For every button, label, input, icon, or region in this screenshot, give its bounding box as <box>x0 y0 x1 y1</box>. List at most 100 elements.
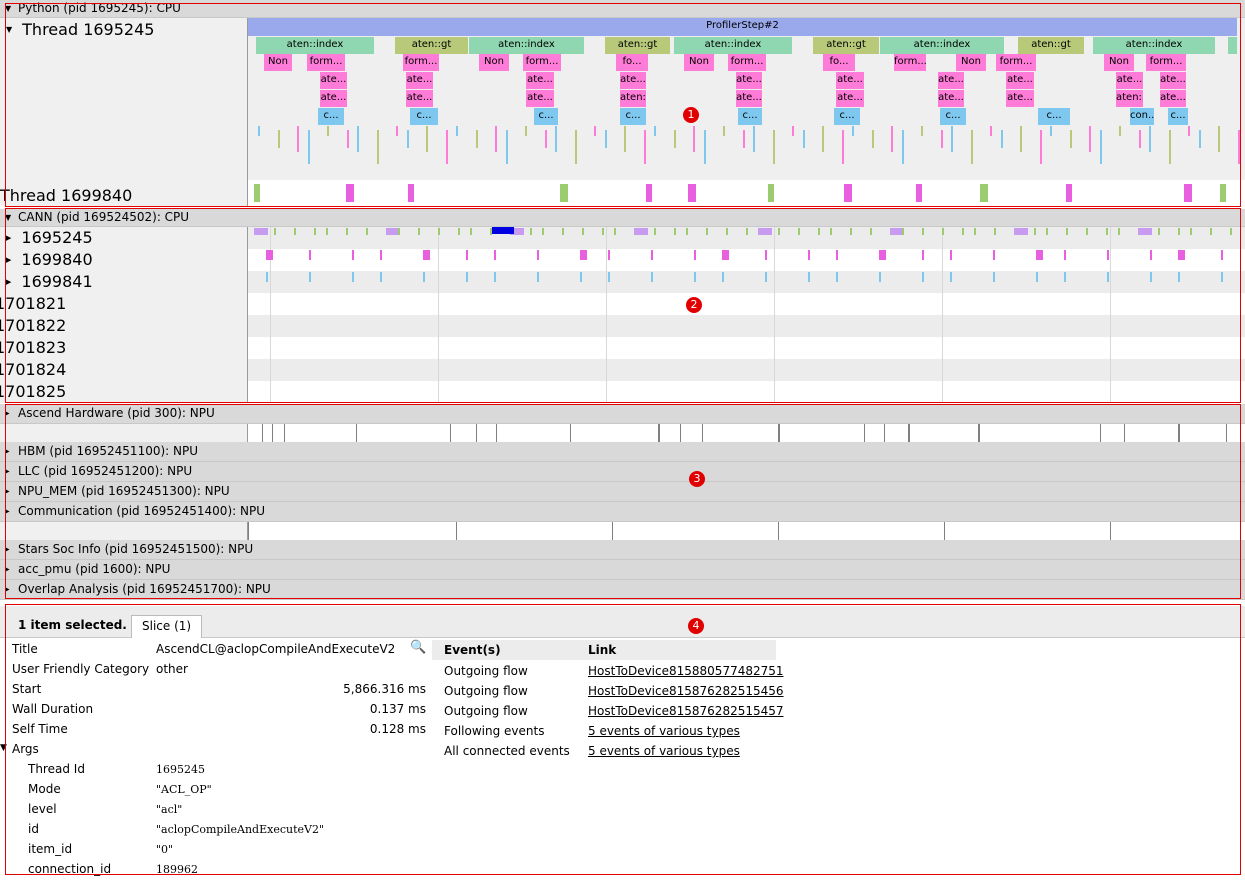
cann-event[interactable] <box>1107 250 1109 260</box>
expand-triangle-icon[interactable]: ▶ <box>6 278 11 286</box>
op-slice[interactable]: Non <box>1104 54 1134 71</box>
cann-tracks[interactable] <box>248 227 1245 403</box>
event-link[interactable]: 5 events of various types <box>588 744 740 758</box>
npu-track[interactable] <box>248 522 1245 540</box>
op-slice[interactable]: aten:... <box>1116 90 1143 107</box>
op-slice[interactable]: Non <box>956 54 986 71</box>
npu-event[interactable] <box>248 522 249 540</box>
cann-event[interactable] <box>836 272 838 282</box>
cann-event[interactable] <box>706 228 708 235</box>
selected-event[interactable] <box>492 227 514 234</box>
cann-event[interactable] <box>1036 272 1038 282</box>
op-slice[interactable]: ate... <box>1116 72 1143 89</box>
op-slice[interactable]: ate... <box>938 90 964 107</box>
cann-event[interactable] <box>1014 228 1028 235</box>
expand-triangle-icon[interactable]: ▶ <box>5 540 10 559</box>
npu-event[interactable] <box>570 424 571 442</box>
op-slice[interactable]: c... <box>834 108 860 125</box>
npu-event[interactable] <box>778 424 780 442</box>
cann-event[interactable] <box>765 250 767 260</box>
cann-event[interactable] <box>294 228 296 235</box>
cann-event[interactable] <box>309 250 311 260</box>
cann-event[interactable] <box>608 250 610 260</box>
npu-event[interactable] <box>680 424 681 442</box>
cann-event[interactable] <box>1178 228 1180 235</box>
cann-event[interactable] <box>870 228 872 235</box>
expand-triangle-icon[interactable]: ▶ <box>5 462 10 481</box>
op-slice[interactable]: c... <box>318 108 344 125</box>
process-header-python[interactable]: ▼ Python (pid 1695245): CPU <box>0 0 1245 18</box>
cann-event[interactable] <box>314 228 316 235</box>
cann-event[interactable] <box>1221 250 1223 260</box>
op-slice[interactable]: ate... <box>836 72 864 89</box>
cann-event[interactable] <box>380 272 382 282</box>
npu-event[interactable] <box>658 424 660 442</box>
cann-event[interactable] <box>1221 272 1223 282</box>
op-slice[interactable]: ate... <box>736 90 762 107</box>
cann-event[interactable] <box>879 272 881 282</box>
op-slice[interactable]: aten::gt <box>813 37 879 54</box>
cann-event[interactable] <box>352 272 354 282</box>
op-slice[interactable]: ate... <box>1160 90 1186 107</box>
cann-event[interactable] <box>530 228 532 235</box>
cann-event[interactable] <box>726 228 728 235</box>
thread-b-slice[interactable] <box>844 184 852 202</box>
cann-event[interactable] <box>494 250 496 260</box>
cann-event[interactable] <box>582 228 584 235</box>
cann-event[interactable] <box>836 250 838 260</box>
expand-triangle-icon[interactable]: ▶ <box>5 560 10 579</box>
op-slice[interactable]: Non <box>264 54 292 71</box>
cann-event[interactable] <box>254 228 268 235</box>
op-slice[interactable]: c... <box>1168 108 1188 125</box>
op-slice[interactable]: form... <box>728 54 766 71</box>
npu-event[interactable] <box>262 424 263 442</box>
cann-event[interactable] <box>993 250 995 260</box>
thread-name-a[interactable]: ▼ Thread 1695245 <box>6 20 154 39</box>
cann-event[interactable] <box>580 272 582 282</box>
npu-event[interactable] <box>456 522 457 540</box>
expand-triangle-icon[interactable]: ▼ <box>6 25 12 34</box>
cann-event[interactable] <box>1066 228 1068 235</box>
cann-event[interactable] <box>765 272 767 282</box>
npu-event[interactable] <box>1100 424 1101 442</box>
expand-triangle-icon[interactable]: ▶ <box>6 234 11 242</box>
cann-event[interactable] <box>1178 250 1185 260</box>
op-slice[interactable]: c... <box>620 108 646 125</box>
npu-event[interactable] <box>702 424 703 442</box>
op-slice[interactable]: ate... <box>620 72 646 89</box>
cann-event[interactable] <box>758 228 772 235</box>
process-header-npu[interactable]: ▶ Stars Soc Info (pid 16952451500): NPU <box>0 540 1245 560</box>
npu-event[interactable] <box>864 424 865 442</box>
cann-event[interactable] <box>778 228 780 235</box>
cann-event[interactable] <box>1210 228 1212 235</box>
op-slice[interactable]: c... <box>738 108 762 125</box>
cann-event[interactable] <box>950 272 952 282</box>
cann-event[interactable] <box>1046 228 1048 235</box>
op-slice[interactable]: c... <box>1038 108 1070 125</box>
op-slice[interactable]: aten::gt <box>1018 37 1084 54</box>
cann-event[interactable] <box>879 250 886 260</box>
cann-event[interactable] <box>798 228 800 235</box>
op-slice[interactable]: form... <box>1146 54 1186 71</box>
cann-event[interactable] <box>651 272 653 282</box>
process-header-cann[interactable]: ▼ CANN (pid 169524502): CPU <box>0 209 1245 227</box>
event-link[interactable]: 5 events of various types <box>588 724 740 738</box>
thread-b-slice[interactable] <box>1184 184 1192 202</box>
process-header-npu[interactable]: ▶ Overlap Analysis (pid 16952451700): NPU <box>0 580 1245 600</box>
op-slice[interactable]: ate... <box>526 72 554 89</box>
npu-event[interactable] <box>884 424 885 442</box>
op-slice[interactable]: Non <box>479 54 509 71</box>
thread-b-slice[interactable] <box>560 184 568 202</box>
cann-event[interactable] <box>602 228 604 235</box>
process-header-npu[interactable]: ▶ LLC (pid 16952451200): NPU <box>0 462 1245 482</box>
cann-event[interactable] <box>1150 272 1152 282</box>
thread-track-a[interactable]: ProfilerStep#2 aten::index aten::gt aten::i… <box>248 18 1245 180</box>
expand-triangle-icon[interactable]: ▶ <box>5 442 10 461</box>
expand-triangle-icon[interactable]: ▶ <box>6 256 11 264</box>
cann-event[interactable] <box>722 250 729 260</box>
cann-event[interactable] <box>818 228 820 235</box>
event-link[interactable]: HostToDevice815876282515457 <box>588 704 784 718</box>
cann-event[interactable] <box>634 228 648 235</box>
cann-event[interactable] <box>694 250 696 260</box>
cann-event[interactable] <box>922 250 924 260</box>
